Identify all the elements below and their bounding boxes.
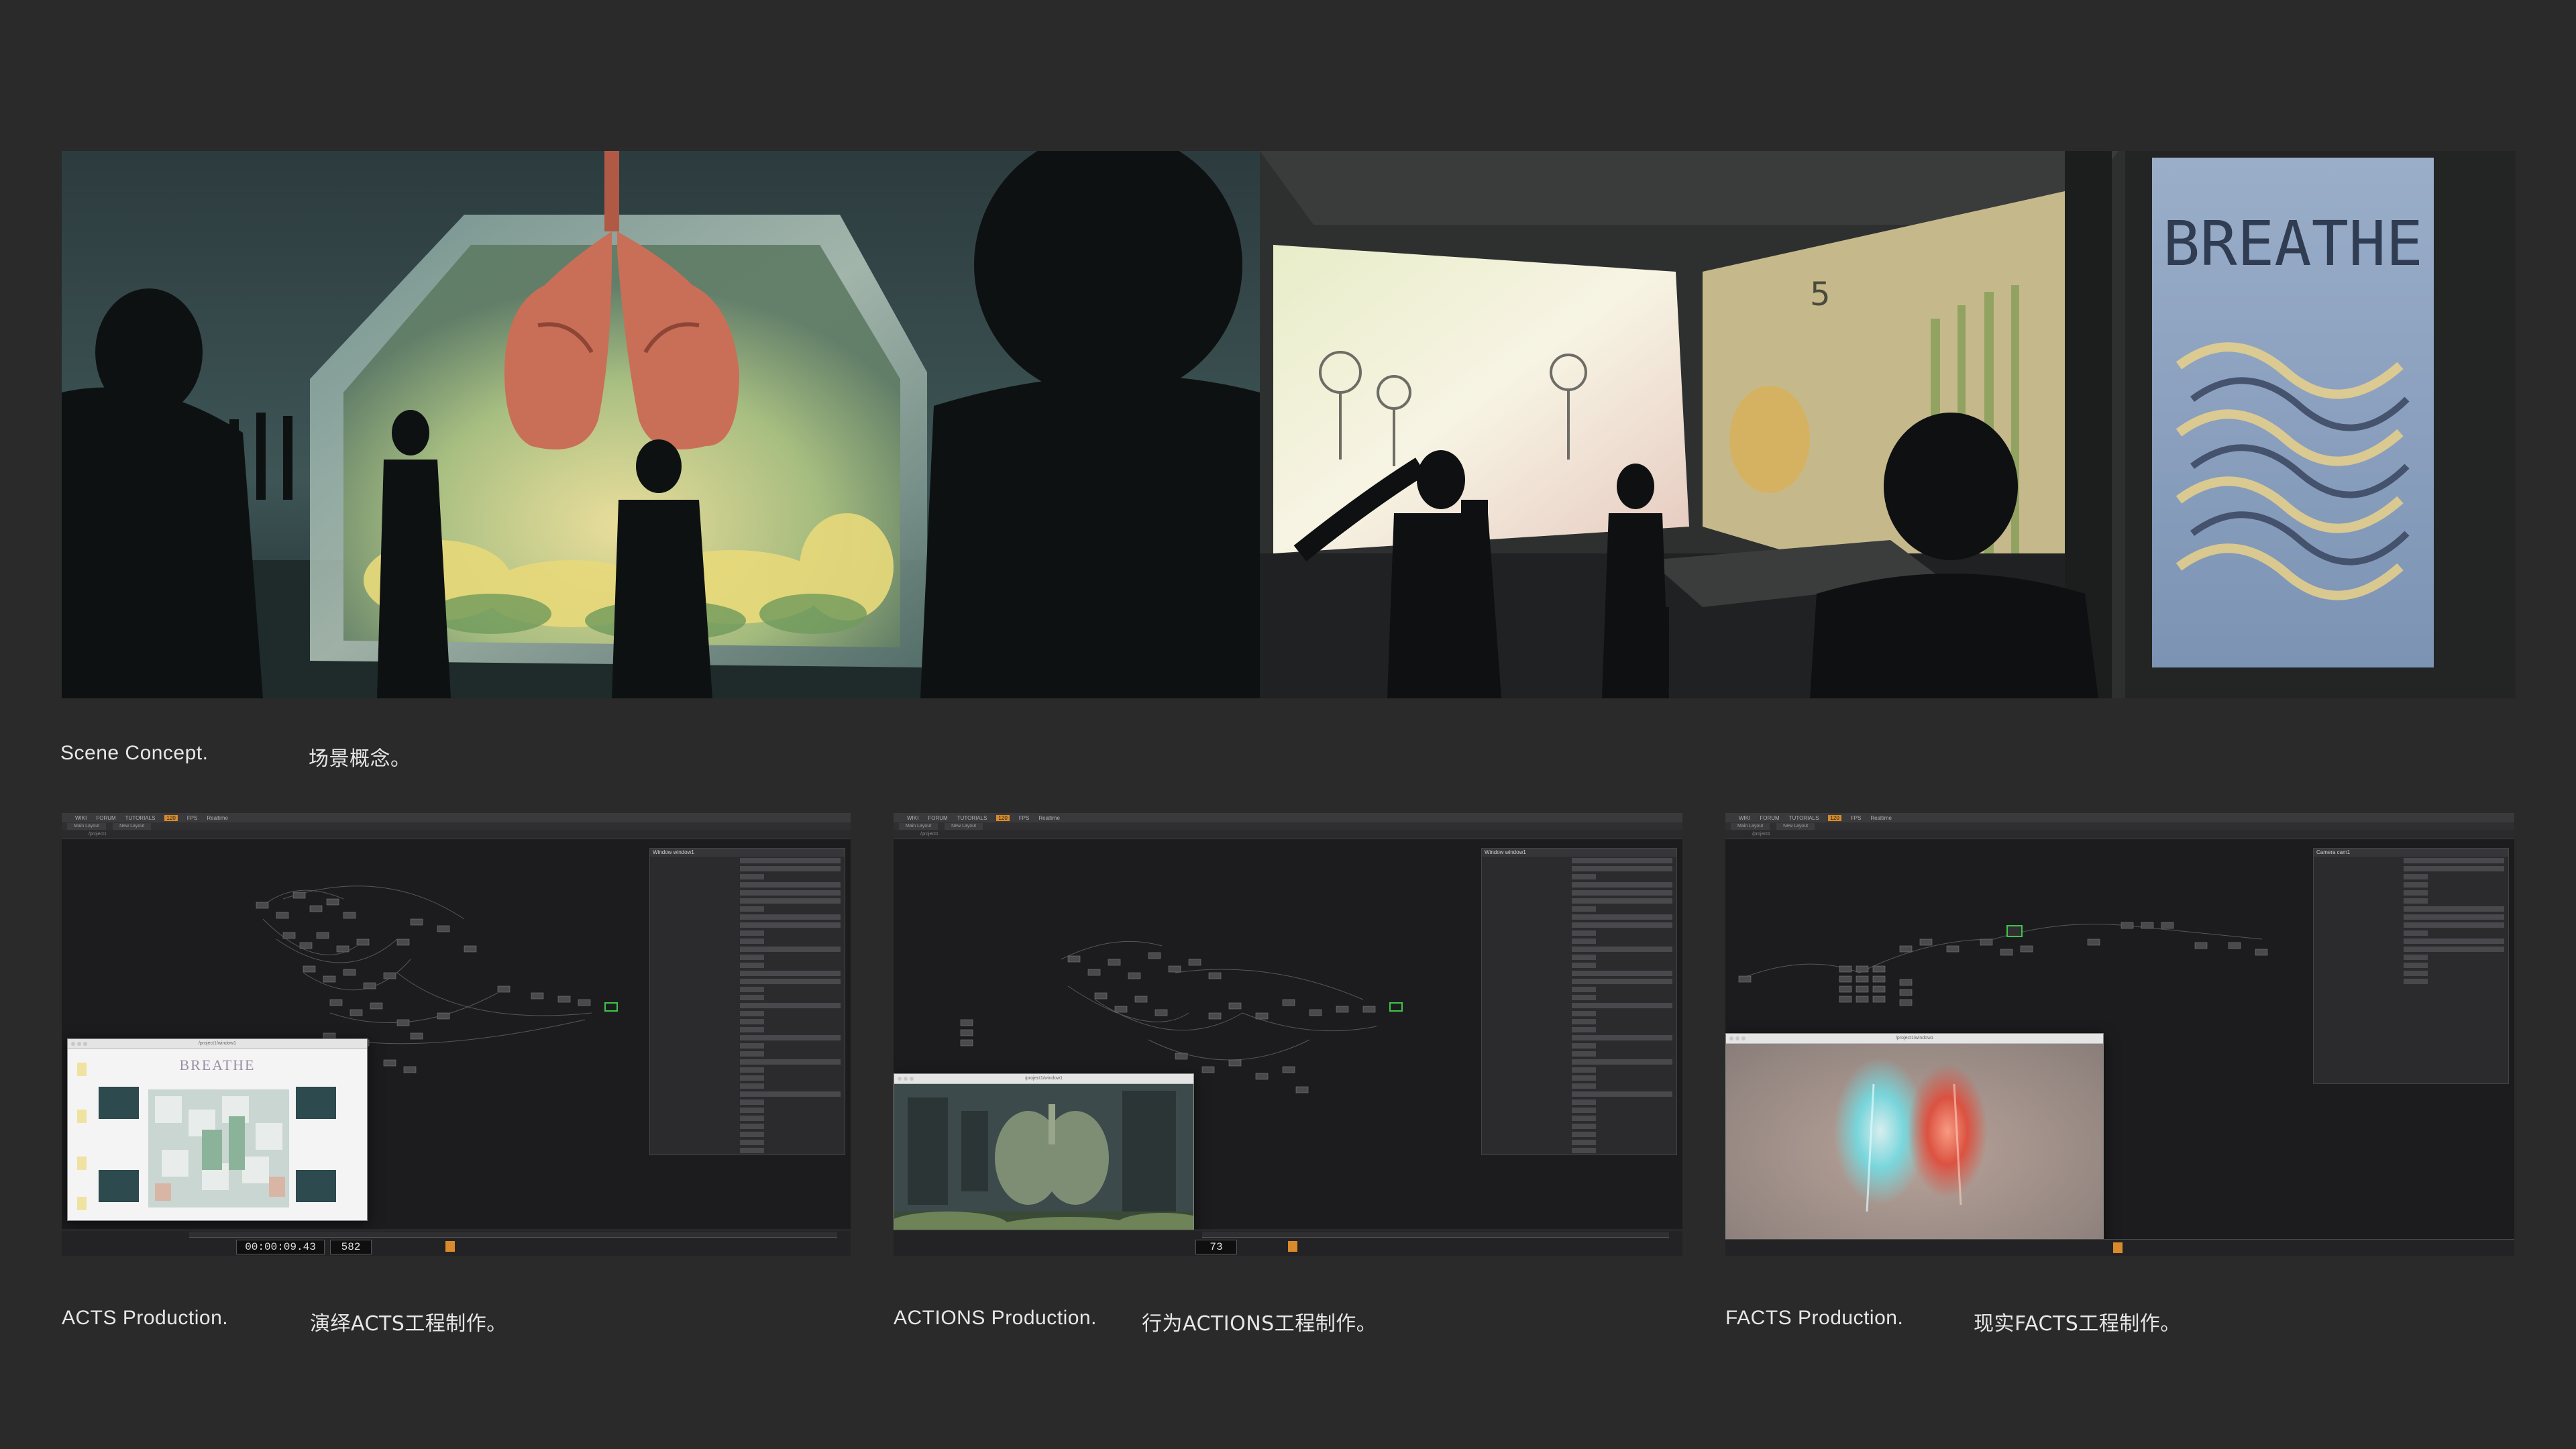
play-button[interactable] [2113,1242,2123,1253]
caption-scene-zh: 场景概念。 [309,747,411,771]
menu-fps-badge: 120 [996,814,1010,821]
app-menubar: WIKI FORUM TUTORIALS 120 FPS Realtime [894,813,1682,822]
tab-main-layout[interactable]: Main Layout [899,823,938,830]
timeline-bar[interactable]: 73 [894,1230,1682,1256]
caption-facts-production: FACTS Production. 现实FACTS工程制作。 [1725,1307,2180,1336]
menu-fps: FPS [186,814,198,821]
output-node-highlight[interactable] [604,1002,618,1012]
menu-wiki[interactable]: WIKI [1739,815,1750,821]
caption-actions-en: ACTIONS Production. [894,1307,1097,1329]
menu-realtime[interactable]: Realtime [207,815,228,821]
concept-poster-text: BREATHE [2163,208,2423,280]
parameter-panel-title: Window window1 [650,849,845,857]
window-traffic-lights[interactable] [1729,1036,1746,1040]
parameter-panel[interactable]: Window window1 [1481,848,1677,1155]
concept-image-lungs [62,151,1260,698]
caption-acts-production: ACTS Production. 演绎ACTS工程制作。 [62,1307,506,1336]
caption-actions-production: ACTIONS Production. 行为ACTIONS工程制作。 [894,1307,1377,1336]
camera-node-highlight[interactable] [2006,925,2023,937]
concept-sign-number: 5 [1810,276,1831,313]
menu-fps-badge: 120 [164,814,178,821]
preview-window-title: /project1/window1 [198,1041,237,1046]
scene-concept-images: 5 BREATHE [62,151,2516,698]
menu-realtime[interactable]: Realtime [1038,815,1060,821]
caption-facts-zh: 现实FACTS工程制作。 [1974,1312,2181,1336]
app-menubar: WIKI FORUM TUTORIALS 120 FPS Realtime [62,813,851,822]
app-screenshot-acts: WIKI FORUM TUTORIALS 120 FPS Realtime Ma… [62,813,851,1256]
preview-breathe-heading: BREATHE [179,1057,256,1073]
frame-counter[interactable]: 73 [1195,1240,1237,1254]
play-button[interactable] [1288,1241,1297,1252]
tab-main-layout[interactable]: Main Layout [67,823,107,830]
window-traffic-lights[interactable] [71,1042,87,1046]
parameter-panel-title: Camera cam1 [2314,849,2508,857]
caption-scene-en: Scene Concept. [60,742,209,764]
timeline-track[interactable] [1202,1232,1669,1238]
preview-window-facts[interactable]: /project1/window1 [1725,1033,2104,1256]
menu-forum[interactable]: FORUM [928,815,947,821]
app-screenshot-actions: WIKI FORUM TUTORIALS 120 FPS Realtime Ma… [894,813,1682,1256]
caption-acts-en: ACTS Production. [62,1307,229,1329]
play-button[interactable] [445,1241,455,1252]
timeline-bar[interactable] [1725,1239,2514,1256]
menu-realtime[interactable]: Realtime [1870,815,1892,821]
menu-tutorials[interactable]: TUTORIALS [1789,815,1819,821]
parameter-panel[interactable]: Window window1 [649,848,845,1155]
menu-forum[interactable]: FORUM [96,815,115,821]
timeline-track[interactable] [189,1232,837,1238]
timecode-display[interactable]: 00:00:09.43 [236,1240,325,1254]
menu-tutorials[interactable]: TUTORIALS [957,815,987,821]
preview-window-actions[interactable]: /project1/window1 [894,1073,1194,1256]
parameter-panel[interactable]: Camera cam1 [2313,848,2509,1084]
menu-fps-badge: 120 [1828,814,1841,821]
caption-facts-en: FACTS Production. [1725,1307,1904,1329]
menu-tutorials[interactable]: TUTORIALS [125,815,156,821]
tab-new-layout[interactable]: New Layout [1776,823,1815,830]
frame-counter[interactable]: 582 [330,1240,372,1254]
output-node-highlight[interactable] [1389,1002,1403,1012]
presentation-page: 5 BREATHE Scene Concept. 场景概念。 WIKI FORU… [0,0,2576,1449]
preview-acts-content [77,1063,336,1210]
caption-scene-concept: Scene Concept. 场景概念。 [60,742,411,771]
app-menubar: WIKI FORUM TUTORIALS 120 FPS Realtime [1725,813,2514,822]
app-screenshot-facts: WIKI FORUM TUTORIALS 120 FPS Realtime Ma… [1725,813,2514,1256]
menu-fps: FPS [1850,814,1862,821]
concept-image-room: 5 BREATHE [1260,151,2516,698]
menu-fps: FPS [1018,814,1030,821]
preview-facts-content [1726,1044,2103,1256]
preview-window-title: /project1/window1 [1895,1036,1934,1040]
preview-window-acts[interactable]: /project1/window1 BREATHE [67,1038,368,1221]
window-traffic-lights[interactable] [898,1077,914,1081]
concept-room-illustration: 5 BREATHE [1260,151,2516,698]
preview-window-title: /project1/window1 [1024,1076,1063,1081]
tab-new-layout[interactable]: New Layout [113,823,152,830]
tab-new-layout[interactable]: New Layout [945,823,983,830]
tab-main-layout[interactable]: Main Layout [1731,823,1770,830]
concept-lungs-illustration [62,151,1260,698]
caption-actions-zh: 行为ACTIONS工程制作。 [1142,1312,1377,1336]
menu-forum[interactable]: FORUM [1760,815,1779,821]
menu-wiki[interactable]: WIKI [75,815,87,821]
menu-wiki[interactable]: WIKI [907,815,918,821]
timeline-bar[interactable]: 00:00:09.43 582 [62,1230,851,1256]
caption-acts-zh: 演绎ACTS工程制作。 [310,1312,507,1336]
parameter-panel-title: Window window1 [1482,849,1676,857]
